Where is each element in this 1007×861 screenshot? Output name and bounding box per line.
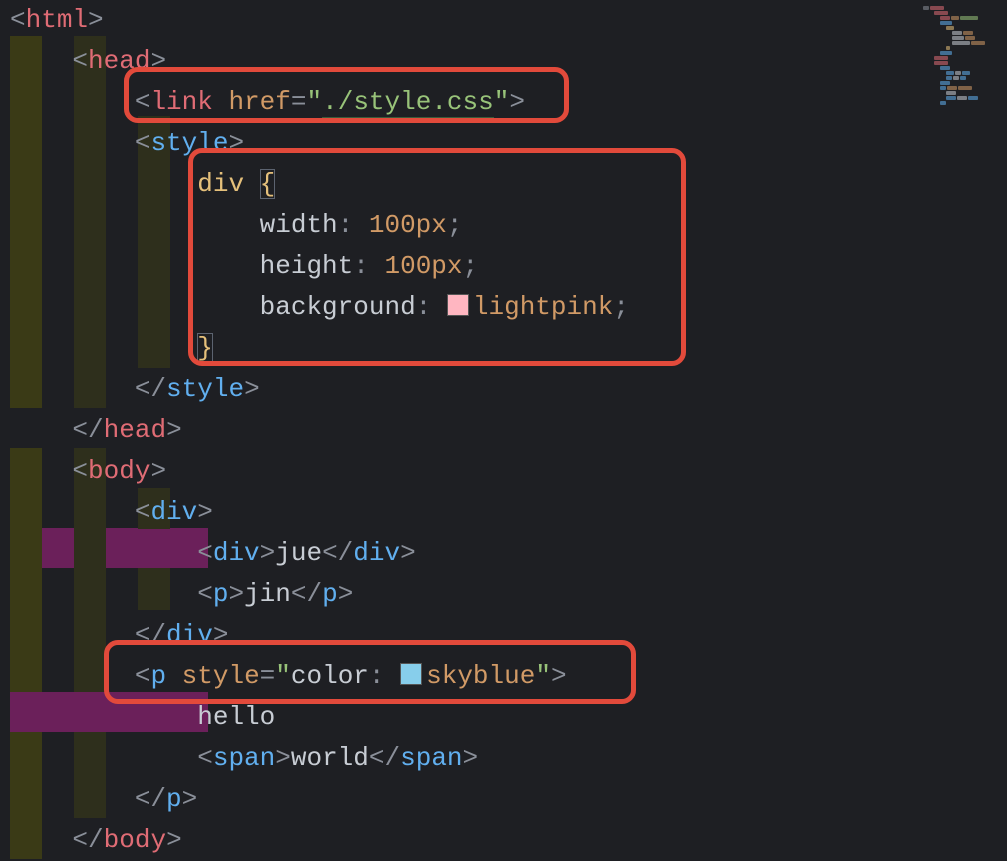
tag-p-close: p: [322, 579, 338, 609]
minimap[interactable]: [923, 6, 1001, 106]
attr-href: href: [228, 87, 290, 117]
code-line[interactable]: <link href="./style.css">: [10, 82, 1007, 123]
css-selector-div: div: [197, 169, 244, 199]
code-line[interactable]: <p>jin</p>: [10, 574, 1007, 615]
code-line[interactable]: <body>: [10, 451, 1007, 492]
string-href-value: ./style.css: [322, 87, 494, 118]
tag-body: body: [88, 456, 150, 486]
tag-p: p: [150, 661, 166, 691]
tag-span-close: span: [400, 743, 462, 773]
code-editor[interactable]: <html> <head> <link href="./style.css"> …: [0, 0, 1007, 861]
tag-span: span: [213, 743, 275, 773]
css-value: 100px: [369, 210, 447, 240]
code-line[interactable]: <html>: [10, 0, 1007, 41]
code-line[interactable]: <head>: [10, 41, 1007, 82]
tag-body-close: body: [104, 825, 166, 855]
tag-head: head: [88, 46, 150, 76]
tag-head-close: head: [104, 415, 166, 445]
css-color-lightpink: lightpink: [473, 292, 613, 322]
tag-div: div: [213, 538, 260, 568]
code-line[interactable]: hello: [10, 697, 1007, 738]
color-swatch-skyblue: [400, 663, 422, 685]
text-node: jue: [275, 538, 322, 568]
tag-p: p: [213, 579, 229, 609]
tag-div-close: div: [166, 620, 213, 650]
code-line[interactable]: </div>: [10, 615, 1007, 656]
code-line[interactable]: <div>jue</div>: [10, 533, 1007, 574]
tag-div-close: div: [353, 538, 400, 568]
brace-close: }: [197, 333, 213, 363]
css-prop-width: width: [260, 210, 338, 240]
text-node: world: [291, 743, 369, 773]
css-prop-background: background: [260, 292, 416, 322]
brace-open: {: [260, 169, 276, 199]
code-line[interactable]: height: 100px;: [10, 246, 1007, 287]
code-line[interactable]: width: 100px;: [10, 205, 1007, 246]
text-node: hello: [197, 702, 275, 732]
text-node: jin: [244, 579, 291, 609]
tag-p-close: p: [166, 784, 182, 814]
attr-style: style: [182, 661, 260, 691]
css-prop-height: height: [260, 251, 354, 281]
css-value: 100px: [384, 251, 462, 281]
color-swatch-lightpink: [447, 294, 469, 316]
tag-style-close: style: [166, 374, 244, 404]
tag-div: div: [150, 497, 197, 527]
code-line[interactable]: div {: [10, 164, 1007, 205]
code-line[interactable]: <span>world</span>: [10, 738, 1007, 779]
code-line[interactable]: <p style="color: skyblue">: [10, 656, 1007, 697]
code-line[interactable]: <div>: [10, 492, 1007, 533]
code-line[interactable]: </head>: [10, 410, 1007, 451]
css-color-skyblue: skyblue: [426, 661, 535, 691]
tag-link: link: [150, 87, 212, 117]
code-line[interactable]: <style>: [10, 123, 1007, 164]
code-line[interactable]: </p>: [10, 779, 1007, 820]
code-line[interactable]: </body>: [10, 820, 1007, 861]
code-line[interactable]: }: [10, 328, 1007, 369]
tag-html: html: [26, 5, 88, 35]
code-line[interactable]: </style>: [10, 369, 1007, 410]
code-line[interactable]: background: lightpink;: [10, 287, 1007, 328]
tag-style: style: [150, 128, 228, 158]
